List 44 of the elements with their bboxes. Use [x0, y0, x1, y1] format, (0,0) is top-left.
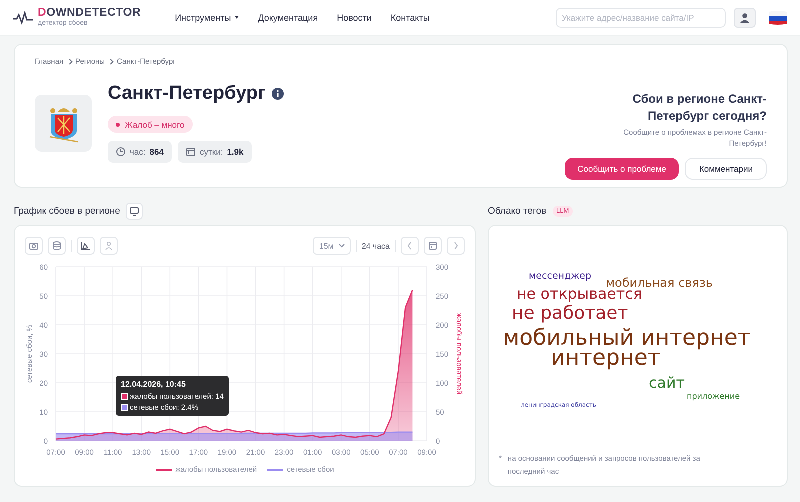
chevron-down-icon	[338, 244, 345, 248]
nav-link[interactable]: Новости	[337, 12, 372, 22]
logo-icon	[12, 10, 34, 24]
region-title: Санкт-Петербург	[108, 82, 266, 106]
tag-word[interactable]: мессенджер	[529, 272, 592, 282]
period-label: 24 часа	[362, 242, 390, 250]
tag-word[interactable]: мобильная связь	[606, 277, 713, 289]
database-icon	[52, 241, 62, 251]
area-chart-icon	[81, 241, 91, 251]
camera-icon	[29, 241, 39, 251]
person-icon	[104, 241, 114, 251]
monitor-icon	[130, 206, 140, 216]
tag-word[interactable]: мобильный интернет	[503, 328, 751, 350]
fullscreen-button[interactable]	[126, 202, 144, 220]
nav-link[interactable]: Инструменты	[175, 12, 240, 22]
calendar-icon	[186, 147, 196, 157]
data-button[interactable]	[48, 237, 66, 255]
stat-chip: час: 864	[108, 141, 172, 163]
status-badge: Жалоб – много	[108, 116, 193, 133]
report-button[interactable]: Сообщить о проблеме	[564, 158, 680, 180]
search-field[interactable]: Укажите адрес/название сайта/IP	[556, 8, 726, 28]
russian-flag-icon[interactable]	[767, 10, 789, 26]
report-heading: Сбои в регионе Санкт-Петербург сегодня?	[632, 91, 767, 125]
info-icon[interactable]	[272, 88, 284, 100]
tag-cloud-title: Облако тегов	[488, 206, 547, 216]
logo-title[interactable]: DOWNDETECTOR	[38, 8, 142, 20]
camera-button[interactable]	[25, 237, 43, 255]
area-chart-button[interactable]	[77, 237, 95, 255]
user-icon	[740, 12, 750, 22]
tag-word[interactable]: не работает	[512, 305, 628, 323]
tag-word[interactable]: не открывается	[517, 287, 642, 302]
user-button[interactable]	[734, 8, 756, 28]
tag-word[interactable]: приложение	[687, 393, 740, 401]
clock-icon	[116, 147, 126, 157]
stat-chip: сутки: 1.9k	[178, 141, 252, 163]
tag-word[interactable]: интернет	[551, 348, 661, 370]
calendar-icon	[428, 241, 438, 251]
tag-word[interactable]: сайт	[649, 376, 685, 391]
comments-button[interactable]: Комментарии	[685, 158, 767, 180]
calendar-button[interactable]	[424, 237, 442, 255]
nav-link[interactable]: Контакты	[390, 12, 430, 22]
person-button[interactable]	[100, 237, 118, 255]
chart-title: График сбоев в регионе	[14, 206, 120, 216]
nav-link[interactable]: Документация	[258, 12, 318, 22]
